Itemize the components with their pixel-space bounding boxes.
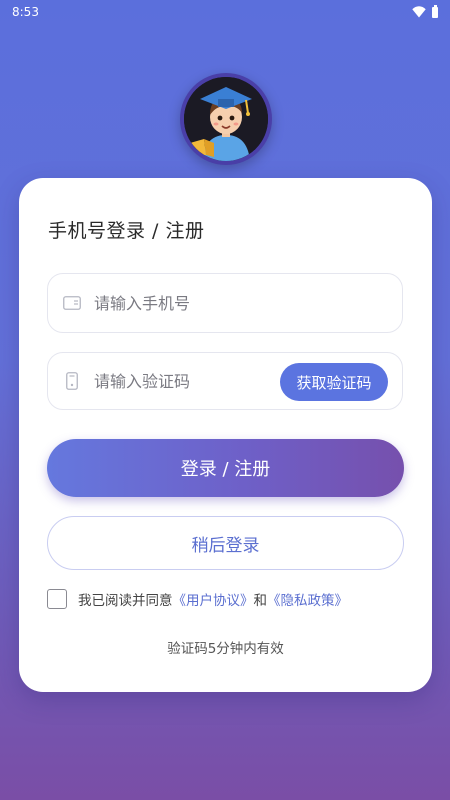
get-code-button[interactable]: 获取验证码 (280, 363, 388, 401)
status-time: 8:53 (12, 5, 39, 19)
code-validity-note: 验证码5分钟内有效 (167, 641, 284, 657)
agreement-and: 和 (253, 593, 268, 609)
login-register-button[interactable]: 登录 / 注册 (47, 439, 404, 497)
agreement-prefix: 我已阅读并同意 (78, 593, 173, 609)
agreement-checkbox[interactable] (47, 589, 67, 609)
phone-input[interactable] (94, 293, 274, 313)
code-input[interactable] (94, 371, 274, 391)
avatar (180, 73, 272, 165)
privacy-policy-link[interactable]: 《隐私政策》 (267, 589, 348, 609)
login-later-button[interactable]: 稍后登录 (47, 516, 404, 570)
phone-card-icon (62, 293, 82, 313)
user-agreement-link[interactable]: 《用户协议》 (173, 589, 254, 609)
page-title: 手机号登录 / 注册 (48, 220, 205, 242)
login-card: 手机号登录 / 注册 获取验证码 登录 / 注册 稍后登录 我已阅读并同意 《用… (19, 178, 432, 692)
graduate-boy-avatar-icon (184, 77, 268, 161)
status-bar: 8:53 (0, 0, 450, 24)
battery-icon (432, 4, 438, 18)
agreement-row: 我已阅读并同意 《用户协议》 和 《隐私政策》 (47, 589, 348, 609)
wifi-icon (412, 6, 426, 18)
code-field[interactable]: 获取验证码 (47, 352, 403, 410)
status-icons (412, 4, 438, 18)
phone-field[interactable] (47, 273, 403, 333)
sms-lock-icon (62, 371, 82, 391)
